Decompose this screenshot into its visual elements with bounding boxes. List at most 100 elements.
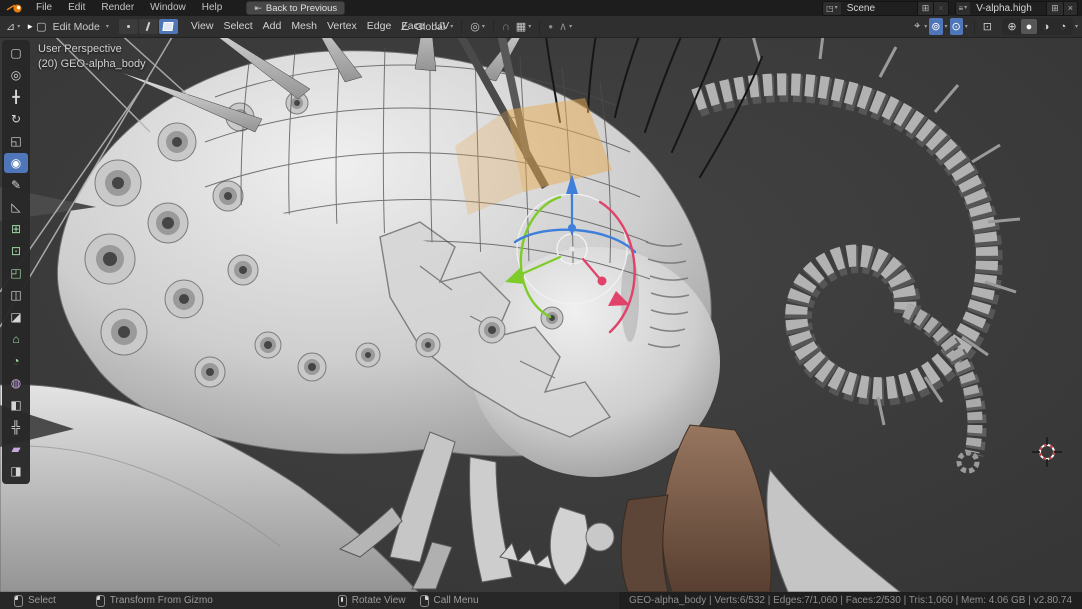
edit-mode-icon: ▢: [36, 20, 46, 33]
scene-unlink-button[interactable]: ×: [933, 2, 947, 15]
vertex-select-button[interactable]: [119, 19, 138, 34]
mouse-button-icon: [338, 595, 347, 607]
chevron-down-icon: ▾: [835, 5, 838, 11]
tool-icon: ╋: [12, 90, 19, 104]
tool-move[interactable]: ╋: [4, 87, 28, 107]
tool-inset-faces[interactable]: ⊡: [4, 241, 28, 261]
xray-dropdown-chevron[interactable]: ▾: [965, 24, 968, 30]
shading-button-rendered[interactable]: ◔: [1055, 19, 1071, 34]
tool-rip-region[interactable]: ◨: [4, 461, 28, 481]
tool-edge-slide[interactable]: ◧: [4, 395, 28, 415]
shading-button-material[interactable]: ◑: [1038, 19, 1054, 34]
topbar: FileEditRenderWindowHelp ⇤ Back to Previ…: [0, 0, 1082, 16]
snap-toggle-button[interactable]: ∩: [500, 18, 512, 35]
xray-square-icon: ⊡: [983, 20, 992, 33]
viewport-3d[interactable]: [0, 16, 1082, 592]
overlays-icon: ⊚: [931, 20, 940, 33]
menu-file[interactable]: File: [28, 0, 60, 16]
tool-select-box[interactable]: ▢: [4, 43, 28, 63]
scene-browse-button[interactable]: ◳ ▾: [823, 2, 841, 15]
header-menu-edge[interactable]: Edge: [362, 16, 397, 37]
scene-statistics: GEO-alpha_body | Verts:6/532 | Edges:7/1…: [619, 592, 1082, 609]
back-arrow-icon: ⇤: [254, 3, 262, 14]
header-menu-mesh[interactable]: Mesh: [286, 16, 322, 37]
viewport-overlay-text: User Perspective (20) GEO-alpha_body: [38, 42, 146, 72]
pivot-point-dropdown[interactable]: ◎ ▾: [468, 18, 487, 35]
edge-icon: [146, 22, 151, 31]
tool-icon: ◪: [10, 310, 21, 324]
statusbar: Select Transform From Gizmo Rotate View …: [0, 592, 1082, 609]
scene-new-button[interactable]: ⊞: [917, 2, 934, 15]
toggle-xray-button[interactable]: ⊙: [950, 18, 963, 35]
tool-icon: ◧: [10, 398, 21, 412]
tool-smooth[interactable]: ◍: [4, 373, 28, 393]
tool-measure[interactable]: ◺: [4, 197, 28, 217]
shading-button-solid[interactable]: ●: [1021, 19, 1037, 34]
view-layer-new-button[interactable]: ⊞: [1046, 2, 1063, 15]
divider: [974, 20, 975, 34]
tool-transform[interactable]: ◉: [4, 153, 28, 173]
mouse-button-icon: [14, 595, 23, 607]
tool-shrink-fatten[interactable]: ╬: [4, 417, 28, 437]
tool-icon: ⊡: [11, 244, 21, 258]
transform-orientation-dropdown[interactable]: ∠ Global ▾: [398, 18, 455, 35]
tool-icon: ◍: [11, 376, 21, 390]
menu-help[interactable]: Help: [194, 0, 231, 16]
view-layer-remove-button[interactable]: ×: [1063, 2, 1077, 15]
scene-name-field[interactable]: Scene: [841, 3, 917, 14]
menu-window[interactable]: Window: [142, 0, 194, 16]
tool-shear[interactable]: ▰: [4, 439, 28, 459]
divider: [461, 20, 462, 34]
view-name-text: User Perspective: [38, 42, 146, 57]
edge-select-button[interactable]: [139, 19, 158, 34]
tool-icon: ◔: [12, 354, 19, 368]
show-gizmo-button[interactable]: ⌖: [912, 18, 922, 35]
vertex-icon: [127, 25, 130, 28]
overlays-dropdown-chevron[interactable]: ▾: [945, 24, 948, 30]
chevron-down-icon: ▾: [450, 24, 453, 30]
tool-scale[interactable]: ◱: [4, 131, 28, 151]
shading-sphere-icon: ◔: [1060, 21, 1067, 33]
falloff-curve-icon: ∧: [559, 20, 567, 33]
snap-settings-dropdown[interactable]: ▦ ▾: [514, 18, 533, 35]
tool-annotate[interactable]: ✎: [4, 175, 28, 195]
header-menu-vertex[interactable]: Vertex: [322, 16, 362, 37]
tool-bevel[interactable]: ◰: [4, 263, 28, 283]
hint-label: Rotate View: [352, 595, 406, 606]
shading-button-wireframe[interactable]: ⊕: [1004, 19, 1020, 34]
gizmo-dropdown-chevron[interactable]: ▾: [924, 24, 927, 30]
orientation-label: Global: [412, 21, 448, 33]
tool-extrude-region[interactable]: ⊞: [4, 219, 28, 239]
tool-icon: ◰: [10, 266, 21, 280]
tool-poly-build[interactable]: ⌂: [4, 329, 28, 349]
tool-spin[interactable]: ◔: [4, 351, 28, 371]
face-select-button[interactable]: [159, 19, 178, 34]
tool-knife[interactable]: ◪: [4, 307, 28, 327]
mode-dropdown[interactable]: ► ▢ Edit Mode ▾: [24, 18, 111, 35]
proportional-falloff-dropdown[interactable]: ∧ ▾: [557, 18, 574, 35]
menu-render[interactable]: Render: [93, 0, 142, 16]
blender-window: User Perspective (20) GEO-alpha_body Fil…: [0, 0, 1082, 609]
editor-type-button[interactable]: ⊿ ▾: [4, 18, 22, 35]
view-layer-browse-button[interactable]: ≡ ▾: [956, 2, 971, 15]
mouse-button-icon: [96, 595, 105, 607]
tool-icon: ◱: [10, 134, 21, 148]
shading-dropdown-chevron[interactable]: ▾: [1075, 24, 1078, 30]
show-overlays-button[interactable]: ⊚: [929, 18, 942, 35]
menu-edit[interactable]: Edit: [60, 0, 93, 16]
view-layer-name-field[interactable]: V-alpha.high: [970, 3, 1046, 14]
header-menu-view[interactable]: View: [186, 16, 219, 37]
tool-cursor[interactable]: ◎: [4, 65, 28, 85]
proportional-editing-toggle[interactable]: ●: [546, 18, 555, 35]
magnet-icon: ∩: [502, 21, 510, 33]
chevron-down-icon: ▾: [17, 24, 20, 30]
tool-rotate[interactable]: ↻: [4, 109, 28, 129]
header-menu-add[interactable]: Add: [258, 16, 287, 37]
xray-alpha-button[interactable]: ⊡: [981, 18, 994, 35]
active-object-text: (20) GEO-alpha_body: [38, 57, 146, 72]
tool-loop-cut[interactable]: ◫: [4, 285, 28, 305]
back-to-previous-button[interactable]: ⇤ Back to Previous: [246, 1, 345, 15]
gizmo-icon: ⌖: [914, 20, 920, 33]
view-layer-selector: ≡ ▾ V-alpha.high ⊞ ×: [955, 1, 1079, 16]
header-menu-select[interactable]: Select: [218, 16, 257, 37]
